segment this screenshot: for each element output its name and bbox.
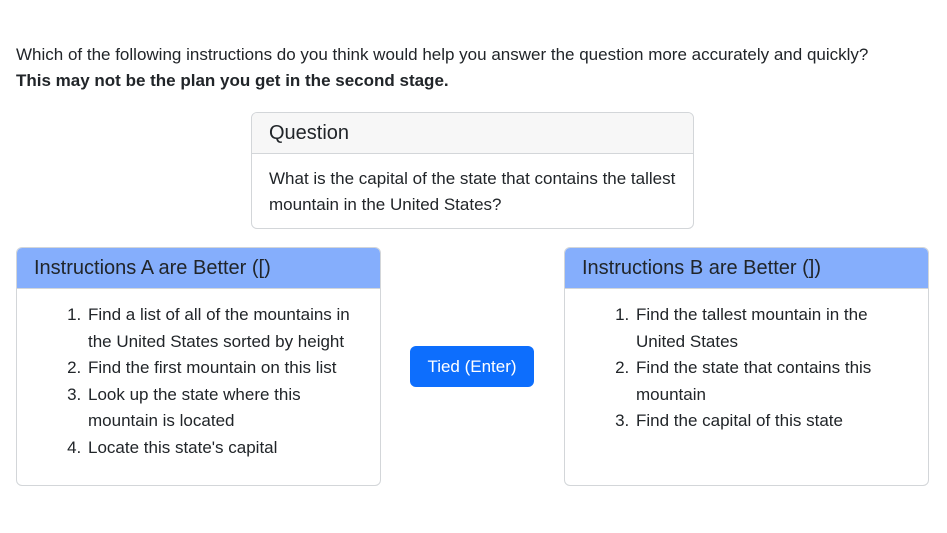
instructions-prompt: Which of the following instructions do y… xyxy=(16,42,936,94)
prompt-note: This may not be the plan you get in the … xyxy=(16,71,449,90)
list-item: Find the tallest mountain in the United … xyxy=(634,302,911,355)
question-text: What is the capital of the state that co… xyxy=(269,169,676,214)
question-card: Question What is the capital of the stat… xyxy=(251,112,694,229)
list-item: Locate this state's capital xyxy=(86,435,363,462)
instructions-a-better-button[interactable]: Instructions A are Better ([) xyxy=(17,248,380,289)
list-item: Find the first mountain on this list xyxy=(86,355,363,382)
instructions-b-better-button[interactable]: Instructions B are Better (]) xyxy=(565,248,928,289)
instructions-b-card: Instructions B are Better (]) Find the t… xyxy=(564,247,929,486)
question-card-title: Question xyxy=(252,113,693,154)
list-item: Find the capital of this state xyxy=(634,408,911,435)
list-item: Find a list of all of the mountains in t… xyxy=(86,302,363,355)
list-item: Look up the state where this mountain is… xyxy=(86,382,363,435)
instructions-a-list: Find a list of all of the mountains in t… xyxy=(34,301,363,461)
instructions-a-card: Instructions A are Better ([) Find a lis… xyxy=(16,247,381,486)
instructions-b-list: Find the tallest mountain in the United … xyxy=(582,301,911,435)
list-item: Find the state that contains this mounta… xyxy=(634,355,911,408)
tied-button[interactable]: Tied (Enter) xyxy=(410,346,534,387)
prompt-question: Which of the following instructions do y… xyxy=(16,45,869,64)
